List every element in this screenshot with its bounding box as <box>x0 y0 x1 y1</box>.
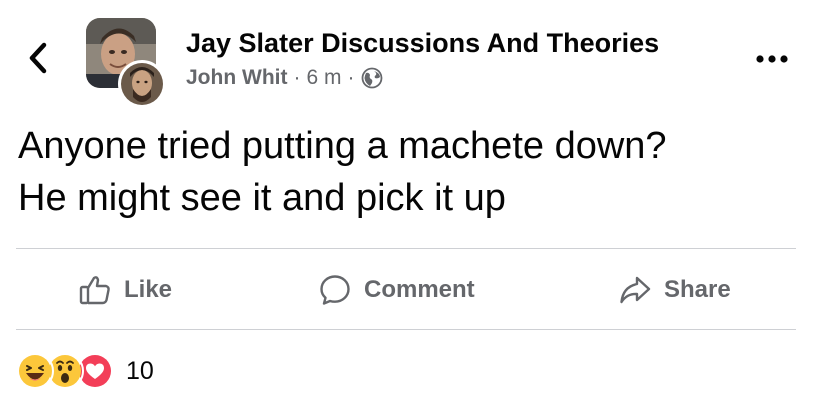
meta-separator: · <box>347 66 355 89</box>
divider <box>16 248 796 249</box>
share-label: Share <box>664 276 731 303</box>
more-options-button[interactable] <box>752 48 792 72</box>
post-text-line: Anyone tried putting a machete down? <box>18 125 667 167</box>
comment-button[interactable]: Comment <box>318 270 475 310</box>
author-name[interactable]: John Whit <box>186 66 287 90</box>
divider <box>16 329 796 330</box>
post-avatar[interactable] <box>86 18 170 108</box>
post-meta: John Whit · 6 m · <box>186 66 383 90</box>
back-button[interactable] <box>18 40 58 80</box>
more-horizontal-icon <box>755 51 789 69</box>
reactions-summary[interactable]: 10 <box>16 352 154 390</box>
author-avatar[interactable] <box>118 60 166 108</box>
group-name[interactable]: Jay Slater Discussions And Theories <box>186 28 659 59</box>
reaction-count: 10 <box>126 356 154 385</box>
meta-separator: · <box>293 66 301 89</box>
like-label: Like <box>124 276 173 303</box>
chevron-left-icon <box>27 41 49 80</box>
post-time[interactable]: 6 m <box>306 66 341 90</box>
post-text: Anyone tried putting a machete down? He … <box>18 120 808 224</box>
haha-reaction-icon <box>16 352 54 390</box>
globe-icon <box>361 67 383 89</box>
post-text-line: He might see it and pick it up <box>18 177 506 219</box>
thumbs-up-icon <box>78 273 112 307</box>
comment-icon <box>318 273 352 307</box>
like-button[interactable]: Like <box>78 270 172 310</box>
share-icon <box>618 273 652 307</box>
comment-label: Comment <box>364 276 475 303</box>
share-button[interactable]: Share <box>618 270 731 310</box>
